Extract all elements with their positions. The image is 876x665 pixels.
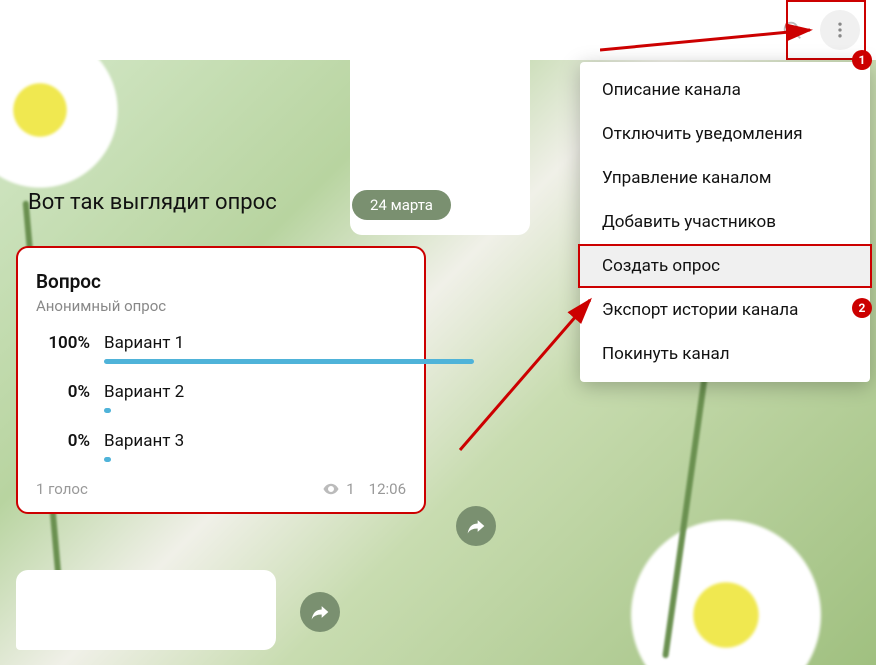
poll-option-bar xyxy=(104,457,111,462)
more-button[interactable] xyxy=(820,10,860,50)
share-icon xyxy=(466,516,486,536)
menu-item-add-members[interactable]: Добавить участников xyxy=(580,200,870,244)
menu-item-leave-channel[interactable]: Покинуть канал xyxy=(580,332,870,376)
menu-item-manage-channel[interactable]: Управление каналом xyxy=(580,156,870,200)
poll-time: 12:06 xyxy=(369,480,406,498)
poll-title: Вопрос xyxy=(36,270,406,293)
topbar xyxy=(0,0,876,60)
poll-option-pct: 100% xyxy=(36,333,90,353)
poll-option-pct: 0% xyxy=(36,382,90,402)
poll-views-count: 1 xyxy=(346,480,354,498)
poll-option-bar xyxy=(104,359,474,364)
poll-views: 1 xyxy=(322,480,354,498)
menu-item-export-history[interactable]: Экспорт истории канала xyxy=(580,288,870,332)
annotation-badge-1: 1 xyxy=(852,50,872,70)
poll-option-label: Вариант 2 xyxy=(104,382,184,402)
share-button[interactable] xyxy=(456,506,496,546)
message-bubble xyxy=(16,570,276,650)
poll-footer: 1 голос 1 12:06 xyxy=(36,480,406,498)
share-icon xyxy=(310,602,330,622)
annotation-badge-2: 2 xyxy=(852,298,872,318)
eye-icon xyxy=(322,480,340,498)
menu-item-mute-notifications[interactable]: Отключить уведомления xyxy=(580,112,870,156)
background-decoration xyxy=(616,505,836,665)
poll-option-bar xyxy=(104,408,111,413)
menu-item-create-poll[interactable]: Создать опрос xyxy=(580,244,870,288)
search-icon xyxy=(781,19,803,41)
poll-option-label: Вариант 1 xyxy=(104,333,184,353)
poll-card: Вопрос Анонимный опрос 100% Вариант 1 0%… xyxy=(16,246,426,514)
date-separator: 24 марта xyxy=(352,190,451,220)
menu-item-label: Создать опрос xyxy=(602,256,720,276)
search-button[interactable] xyxy=(772,10,812,50)
poll-option[interactable]: 100% Вариант 1 xyxy=(36,333,406,364)
menu-item-channel-description[interactable]: Описание канала xyxy=(580,68,870,112)
poll-option-label: Вариант 3 xyxy=(104,431,184,451)
poll-option-pct: 0% xyxy=(36,431,90,451)
poll-option[interactable]: 0% Вариант 3 xyxy=(36,431,406,462)
heading-text: Вот так выглядит опрос xyxy=(28,190,277,215)
context-menu: Описание канала Отключить уведомления Уп… xyxy=(580,62,870,382)
poll-subtitle: Анонимный опрос xyxy=(36,297,406,315)
poll-option[interactable]: 0% Вариант 2 xyxy=(36,382,406,413)
background-decoration xyxy=(0,60,130,200)
share-button[interactable] xyxy=(300,592,340,632)
poll-votes-count: 1 голос xyxy=(36,480,322,498)
more-vertical-icon xyxy=(830,20,850,40)
